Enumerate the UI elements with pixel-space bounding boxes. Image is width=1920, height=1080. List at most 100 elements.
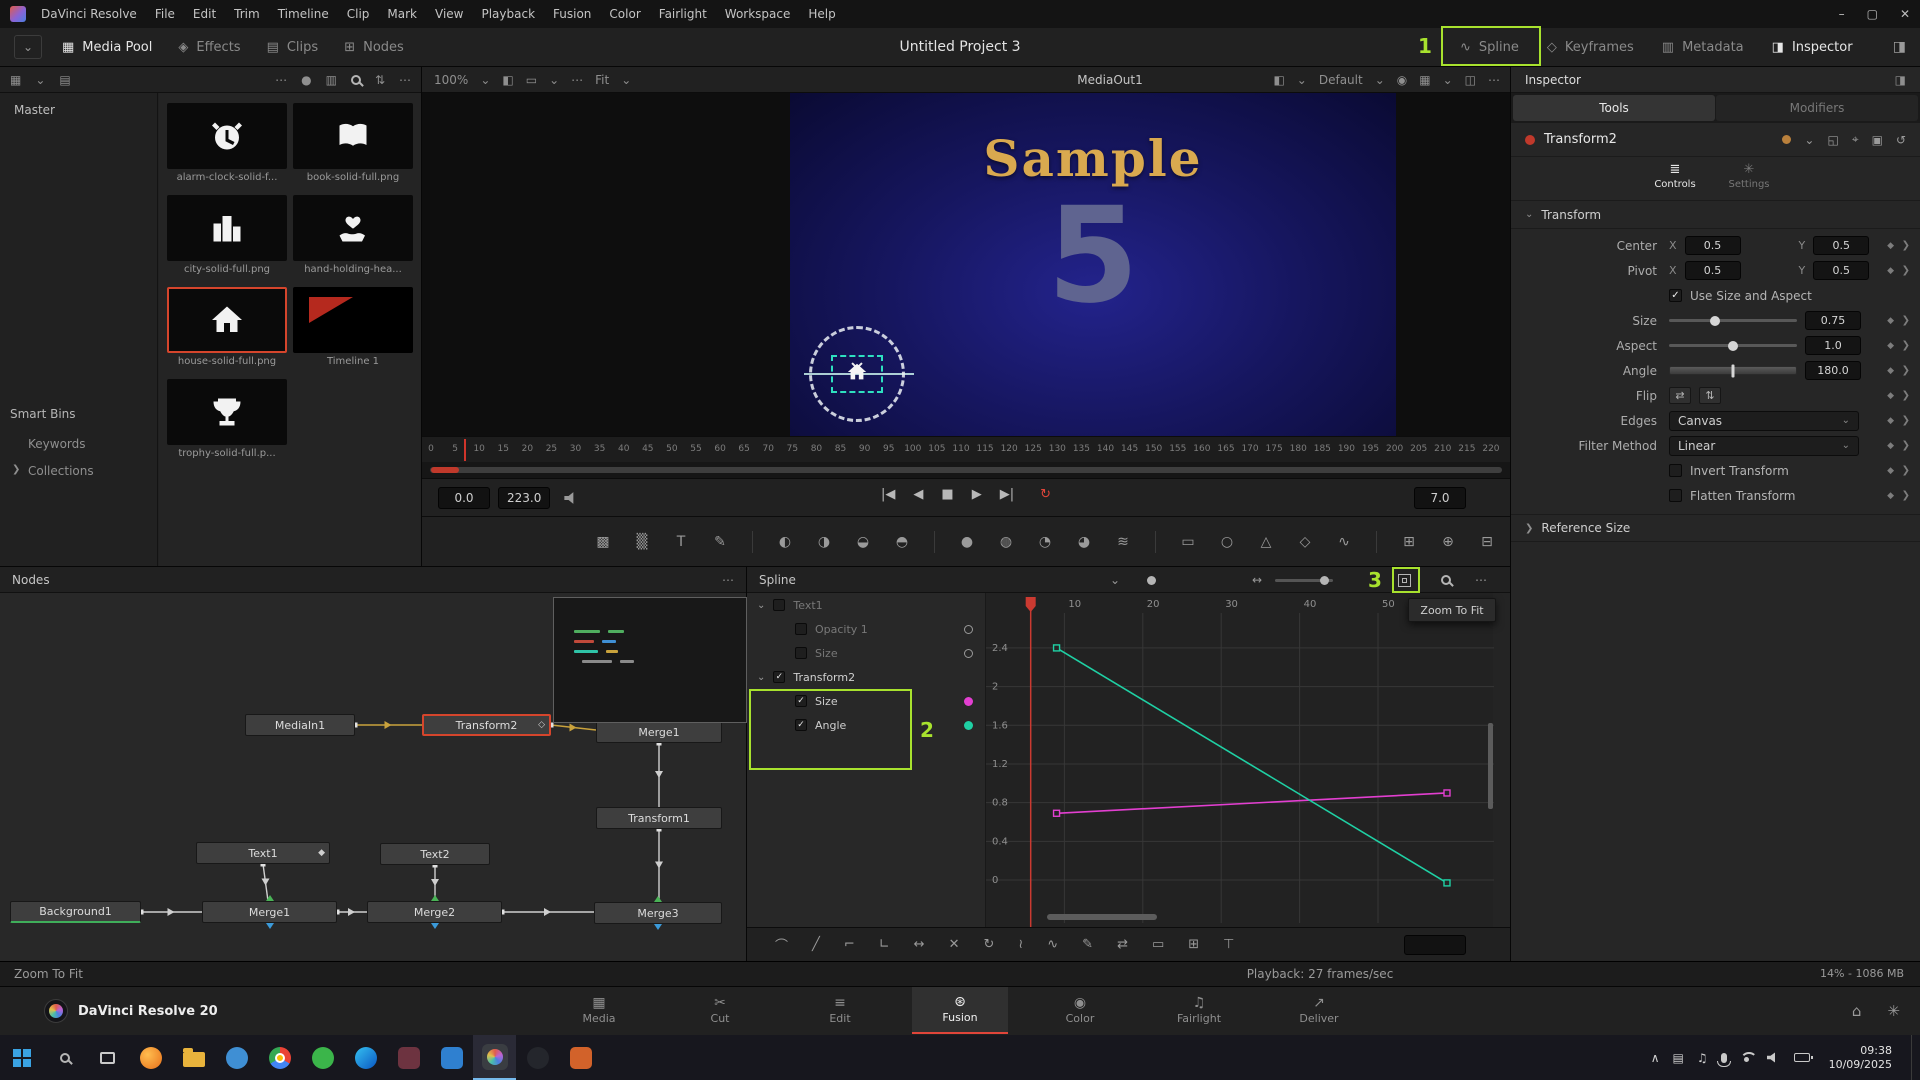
step-out-spline-tool-icon[interactable]: ∟ (879, 937, 890, 952)
page-cut[interactable]: ✂Cut (672, 987, 768, 1034)
box-select-spline-tool-icon[interactable]: ▭ (1152, 937, 1164, 952)
battery-icon[interactable] (1794, 1053, 1810, 1062)
polygon-mask-tool-icon[interactable]: △ (1255, 534, 1277, 550)
taskbar-app-icon-1[interactable] (215, 1035, 258, 1080)
menu-workspace[interactable]: Workspace (716, 7, 800, 21)
spline-track-size[interactable]: Size (747, 641, 985, 665)
use-size-and-aspect-checkbox[interactable]: ✓ (1669, 289, 1682, 302)
keyframe-diamond-icon[interactable]: ◆ (1887, 316, 1894, 326)
ellipse-mask-tool-icon[interactable]: ○ (1216, 534, 1238, 550)
media-clip[interactable]: alarm-clock-solid-f... (167, 103, 289, 195)
pivot-x-field[interactable]: 0.5 (1685, 261, 1741, 280)
pin-icon[interactable]: ⌖ (1852, 132, 1859, 147)
keyframe-nav-icon[interactable]: ❯ (1902, 340, 1910, 351)
grid-view-icon[interactable]: ▦ (10, 73, 21, 87)
ruler-playhead[interactable] (464, 439, 466, 461)
chevron-down-icon[interactable]: ⌄ (621, 73, 631, 87)
timeline-ruler[interactable]: 0510152025303540455055606570758085909510… (422, 436, 1510, 462)
reset-icon[interactable]: ↺ (1896, 133, 1906, 147)
track-checkbox[interactable] (795, 647, 807, 659)
loop-spline-tool-icon[interactable]: ↻ (983, 937, 994, 952)
close-icon[interactable]: ✕ (1900, 7, 1910, 21)
tray-app-icon[interactable]: ▤ (1672, 1051, 1683, 1065)
keyframe-diamond-icon[interactable]: ◆ (1887, 491, 1894, 501)
track-checkbox[interactable] (795, 623, 807, 635)
media-pool-button[interactable]: ▦Media Pool (62, 40, 152, 55)
list-view-icon[interactable]: ▤ (59, 73, 70, 87)
center-y-field[interactable]: 0.5 (1813, 236, 1869, 255)
node-text2[interactable]: Text2 (380, 843, 490, 865)
spline-hscrollbar[interactable] (1047, 914, 1157, 920)
text-plus-tool-icon[interactable]: T (670, 534, 692, 550)
maximize-icon[interactable]: ▢ (1867, 7, 1878, 21)
chevron-down-icon[interactable]: ⌄ (757, 600, 765, 611)
wifi-icon[interactable] (1740, 1052, 1754, 1064)
dual-screen-toggle-icon[interactable]: ◨ (1893, 28, 1906, 66)
node-graph-minimap[interactable] (553, 597, 747, 723)
flip-vertical-button[interactable]: ⇅ (1699, 387, 1721, 404)
spline-zoom-dot-icon[interactable] (1147, 567, 1156, 593)
minimize-icon[interactable]: – (1839, 7, 1845, 21)
linear-spline-tool-icon[interactable]: ╱ (812, 937, 820, 952)
tab-tools[interactable]: Tools (1513, 95, 1715, 121)
taskbar-app-icon-2[interactable] (301, 1035, 344, 1080)
duration-field[interactable]: 223.0 (498, 487, 550, 509)
spline-value-field[interactable] (1404, 935, 1466, 955)
menu-file[interactable]: File (146, 7, 184, 21)
view-chevron-icon[interactable]: ⌄ (35, 73, 45, 87)
color-curves-tool-icon[interactable]: ◑ (813, 534, 835, 550)
fast-noise-tool-icon[interactable]: ▒ (631, 534, 653, 550)
menu-help[interactable]: Help (799, 7, 844, 21)
size-slider[interactable] (1669, 319, 1797, 322)
edit-spline-tool-icon[interactable]: ✎ (1082, 937, 1093, 952)
play-reverse-button[interactable]: ◀ (913, 487, 923, 502)
keyframe-diamond-icon[interactable]: ◆ (1887, 266, 1894, 276)
hue-curves-tool-icon[interactable]: ◒ (852, 534, 874, 550)
zoom-slider-icon[interactable]: ● (301, 73, 311, 87)
bspline-mask-tool-icon[interactable]: ◇ (1294, 534, 1316, 550)
transform-tool-icon[interactable]: ⊕ (1437, 534, 1459, 550)
grid-overlay-icon[interactable]: ▦ (1419, 73, 1430, 87)
filter-method-select[interactable]: Linear⌄ (1669, 436, 1859, 456)
track-checkbox[interactable] (773, 599, 785, 611)
node-merge2[interactable]: Merge2 (367, 901, 502, 923)
brightness-contrast-tool-icon[interactable]: ◓ (891, 534, 913, 550)
page-edit[interactable]: ≡Edit (792, 987, 888, 1034)
bin-master[interactable]: Master (0, 93, 157, 117)
keyframe-nav-icon[interactable]: ❯ (1902, 365, 1910, 376)
chevron-down-icon[interactable]: ⌄ (549, 73, 559, 87)
media-clip[interactable]: Timeline 1 (293, 287, 415, 379)
keyframe-diamond-icon[interactable]: ◆ (1887, 416, 1894, 426)
vscode-icon[interactable] (430, 1035, 473, 1080)
menu-fusion[interactable]: Fusion (544, 7, 600, 21)
keyframe-nav-icon[interactable]: ❯ (1902, 390, 1910, 401)
defocus-tool-icon[interactable]: ◕ (1073, 534, 1095, 550)
smooth-spline-tool-icon[interactable]: ⌒ (775, 935, 788, 954)
taskbar-app-icon-4[interactable] (559, 1035, 602, 1080)
resize-tool-icon[interactable]: ⊟ (1476, 534, 1498, 550)
start-button[interactable] (0, 1035, 43, 1080)
taskbar-clock[interactable]: 09:38 10/09/2025 (1829, 1044, 1892, 1072)
viewer-image[interactable]: Sample 5 (790, 93, 1396, 436)
background-tool-icon[interactable]: ▩ (592, 534, 614, 550)
go-to-start-button[interactable]: |◀ (881, 487, 895, 502)
project-settings-icon[interactable]: ✳ (1887, 1002, 1900, 1020)
spline-track-transform2[interactable]: ⌄✓Transform2 (747, 665, 985, 689)
color-controls-icon[interactable]: ◧ (1273, 73, 1284, 87)
more-options-icon[interactable]: ⋯ (275, 73, 287, 87)
aspect-value-field[interactable]: 1.0 (1805, 336, 1861, 355)
menu-mark[interactable]: Mark (378, 7, 426, 21)
page-color[interactable]: ◉Color (1032, 987, 1128, 1034)
chrome-icon[interactable] (258, 1035, 301, 1080)
size-value-field[interactable]: 0.75 (1805, 311, 1861, 330)
spline-expand-icon[interactable]: ↔ (1252, 567, 1262, 593)
show-desktop-button[interactable] (1911, 1035, 1916, 1080)
media-clip[interactable]: city-solid-full.png (167, 195, 289, 287)
audio-mute-icon[interactable] (564, 492, 579, 505)
spline-scale-slider[interactable] (1275, 567, 1333, 593)
taskbar-app-icon-3[interactable] (387, 1035, 430, 1080)
chevron-down-icon[interactable]: ⌄ (480, 73, 490, 87)
go-to-end-button[interactable]: ▶| (1000, 487, 1014, 502)
blur-tool-icon[interactable]: ● (956, 534, 978, 550)
media-clip[interactable]: trophy-solid-full.p... (167, 379, 289, 471)
